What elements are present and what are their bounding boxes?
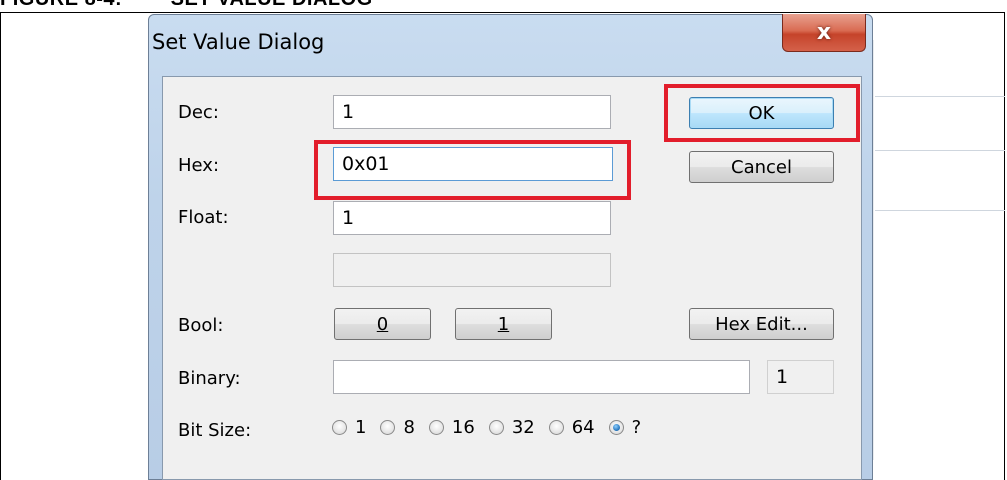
bool-0-button[interactable]: 0	[334, 308, 431, 340]
bit-size-option-label: 1	[355, 417, 367, 438]
bit-size-option-unknown[interactable]: ?	[608, 417, 642, 438]
bool-1-label: 1	[497, 313, 510, 335]
bit-size-label: Bit Size:	[178, 420, 252, 441]
float-input[interactable]: 1	[333, 201, 611, 235]
background-divider	[875, 96, 1005, 97]
bit-size-radio-group: 1 8 16 32 64 ?	[332, 417, 655, 438]
ok-highlight-box	[664, 84, 860, 142]
close-icon: x	[816, 20, 832, 45]
radio-selected-icon	[608, 420, 624, 435]
bit-size-option-64[interactable]: 64	[548, 417, 595, 438]
bit-size-option-label: 8	[403, 417, 415, 438]
binary-input[interactable]	[333, 360, 750, 394]
bool-label: Bool:	[178, 315, 224, 336]
dec-label: Dec:	[178, 102, 219, 123]
float-label: Float:	[178, 207, 229, 228]
radio-icon	[332, 420, 347, 435]
cancel-button[interactable]: Cancel	[689, 151, 834, 183]
background-divider	[875, 150, 1005, 151]
binary-label: Binary:	[178, 368, 241, 389]
background-divider	[875, 210, 1005, 211]
bool-0-label: 0	[376, 313, 389, 335]
bit-size-option-label: 64	[571, 417, 595, 438]
figure-caption: FIGURE 8-4: SET VALUE DIALOG	[0, 0, 373, 11]
radio-icon	[428, 420, 444, 435]
radio-icon	[548, 420, 564, 435]
hex-edit-button[interactable]: Hex Edit...	[689, 308, 834, 340]
bit-size-option-label: 16	[451, 417, 475, 438]
dialog-title: Set Value Dialog	[152, 30, 325, 54]
bool-1-button[interactable]: 1	[455, 308, 552, 340]
string-field	[333, 253, 611, 287]
bit-size-option-label: 32	[511, 417, 535, 438]
binary-count-field: 1	[767, 360, 834, 394]
hex-highlight-box	[314, 140, 631, 200]
close-button[interactable]: x	[782, 14, 866, 52]
bit-size-option-16[interactable]: 16	[428, 417, 475, 438]
radio-icon	[488, 420, 504, 435]
bit-size-option-1[interactable]: 1	[332, 417, 366, 438]
bit-size-option-32[interactable]: 32	[488, 417, 535, 438]
radio-icon	[380, 420, 396, 435]
bit-size-option-label: ?	[631, 417, 642, 438]
hex-label: Hex:	[178, 155, 220, 176]
dec-input[interactable]: 1	[333, 95, 611, 129]
bit-size-option-8[interactable]: 8	[380, 417, 415, 438]
